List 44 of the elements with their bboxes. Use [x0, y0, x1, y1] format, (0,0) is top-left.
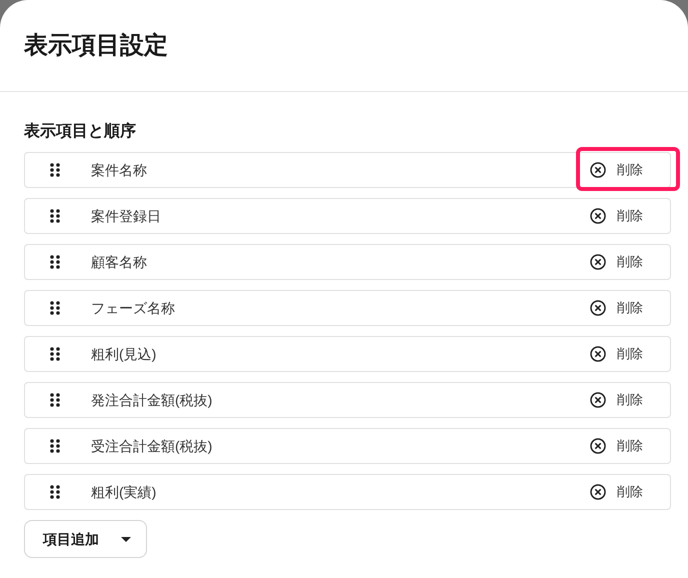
drag-handle-icon[interactable]	[50, 439, 60, 453]
close-circle-icon	[590, 300, 606, 316]
close-circle-icon	[590, 254, 606, 270]
list-row[interactable]: 顧客名称 削除	[24, 244, 671, 280]
list-row[interactable]: 粗利(見込) 削除	[24, 336, 671, 372]
list-row[interactable]: フェーズ名称 削除	[24, 290, 671, 326]
dialog-title: 表示項目設定	[24, 34, 168, 58]
list-row[interactable]: 案件登録日 削除	[24, 198, 671, 234]
drag-handle-icon[interactable]	[50, 393, 60, 407]
delete-button[interactable]: 削除	[590, 482, 643, 502]
item-label: 発注合計金額(税抜)	[91, 390, 212, 410]
list-row[interactable]: 案件名称 削除	[24, 152, 671, 188]
list-row[interactable]: 粗利(実績) 削除	[24, 474, 671, 510]
list-row[interactable]: 受注合計金額(税抜) 削除	[24, 428, 671, 464]
drag-handle-icon[interactable]	[50, 209, 60, 223]
item-label: 粗利(見込)	[91, 344, 156, 364]
item-label: 案件登録日	[91, 206, 161, 226]
delete-button[interactable]: 削除	[590, 390, 643, 410]
item-label: 粗利(実績)	[91, 482, 156, 502]
delete-button[interactable]: 削除	[590, 160, 643, 180]
list-row[interactable]: 発注合計金額(税抜) 削除	[24, 382, 671, 418]
close-circle-icon	[590, 484, 606, 500]
delete-button[interactable]: 削除	[590, 206, 643, 226]
drag-handle-icon[interactable]	[50, 163, 60, 177]
add-item-button[interactable]: 項目追加	[24, 520, 147, 558]
drag-handle-icon[interactable]	[50, 255, 60, 269]
close-circle-icon	[590, 162, 606, 178]
item-label: 顧客名称	[91, 252, 147, 272]
delete-button[interactable]: 削除	[590, 436, 643, 456]
delete-button[interactable]: 削除	[590, 344, 643, 364]
delete-button[interactable]: 削除	[590, 298, 643, 318]
drag-handle-icon[interactable]	[50, 485, 60, 499]
caret-icon	[121, 536, 131, 542]
close-circle-icon	[590, 392, 606, 408]
close-circle-icon	[590, 438, 606, 454]
item-label: 案件名称	[91, 160, 147, 180]
item-label: 受注合計金額(税抜)	[91, 436, 212, 456]
drag-handle-icon[interactable]	[50, 301, 60, 315]
close-circle-icon	[590, 346, 606, 362]
close-circle-icon	[590, 208, 606, 224]
section-title: 表示項目と順序	[24, 122, 137, 142]
delete-button[interactable]: 削除	[590, 252, 643, 272]
item-label: フェーズ名称	[91, 298, 175, 318]
drag-handle-icon[interactable]	[50, 347, 60, 361]
